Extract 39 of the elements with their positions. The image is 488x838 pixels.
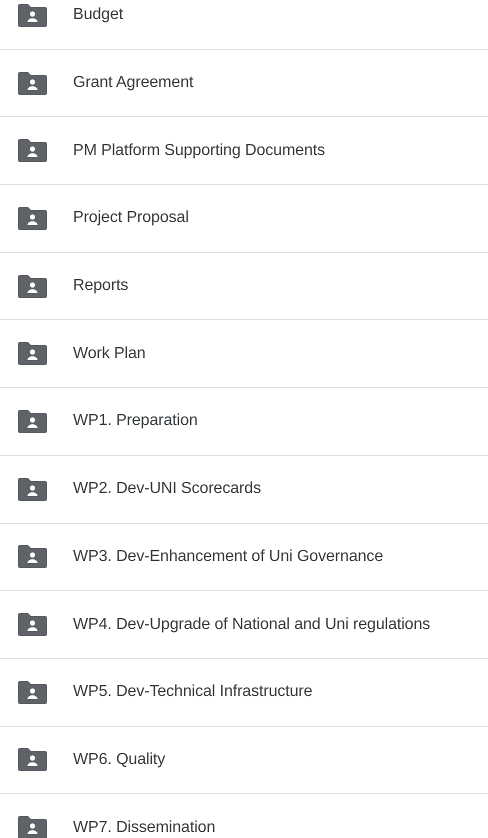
- folder-name: Budget: [73, 6, 124, 24]
- folder-row[interactable]: WP5. Dev-Technical Infrastructure: [0, 658, 488, 727]
- folder-name: Grant Agreement: [73, 74, 194, 92]
- shared-folder-icon: [18, 4, 47, 27]
- folder-row[interactable]: Budget: [0, 0, 488, 50]
- folder-name: PM Platform Supporting Documents: [73, 142, 326, 160]
- folder-name: Reports: [73, 277, 128, 296]
- shared-folder-icon: [18, 72, 47, 95]
- shared-folder-icon: [18, 748, 47, 772]
- folder-name: WP4. Dev-Upgrade of National and Uni regulations: [73, 616, 430, 634]
- folder-row[interactable]: PM Platform Supporting Documents: [0, 117, 488, 186]
- folder-name: WP6. Quality: [73, 750, 166, 769]
- shared-folder-icon: [18, 206, 47, 230]
- folder-name: WP3. Dev-Enhancement of Uni Governance: [73, 548, 384, 566]
- shared-folder-icon: [18, 680, 47, 704]
- folder-row[interactable]: WP4. Dev-Upgrade of National and Uni regulations: [0, 591, 488, 659]
- folder-row[interactable]: Reports: [0, 252, 488, 320]
- folder-name: Work Plan: [73, 344, 146, 363]
- folder-row[interactable]: WP1. Preparation: [0, 388, 488, 456]
- shared-folder-icon: [18, 410, 47, 433]
- folder-name: WP5. Dev-Technical Infrastructure: [73, 683, 312, 702]
- folder-row[interactable]: Project Proposal: [0, 185, 488, 253]
- folder-row[interactable]: Grant Agreement: [0, 50, 488, 118]
- shared-folder-icon: [18, 274, 47, 298]
- folder-name: WP2. Dev-UNI Scorecards: [73, 480, 261, 498]
- folder-name: Project Proposal: [73, 209, 189, 228]
- folder-row[interactable]: Work Plan: [0, 320, 488, 388]
- shared-folder-icon: [18, 478, 47, 501]
- folder-row[interactable]: WP3. Dev-Enhancement of Uni Governance: [0, 524, 488, 592]
- folder-row[interactable]: WP2. Dev-UNI Scorecards: [0, 456, 488, 524]
- folder-row[interactable]: WP6. Quality: [0, 726, 488, 794]
- shared-folder-icon: [18, 816, 47, 838]
- shared-folder-icon: [18, 342, 47, 366]
- shared-folder-icon: [18, 139, 47, 162]
- folder-name: WP7. Dissemination: [73, 818, 216, 837]
- shared-folder-icon: [18, 613, 47, 636]
- folder-row[interactable]: WP7. Dissemination: [0, 794, 488, 838]
- shared-folder-icon: [18, 545, 47, 568]
- folder-name: WP1. Preparation: [73, 412, 198, 430]
